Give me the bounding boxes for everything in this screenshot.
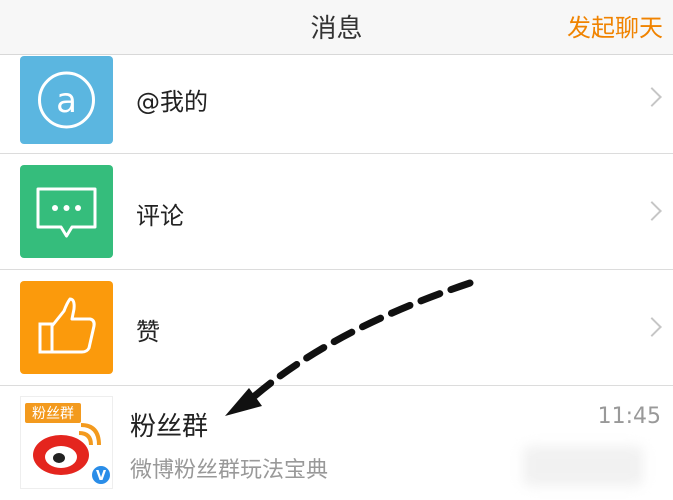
row-label: 评论	[136, 202, 184, 230]
avatar: 粉丝群 V	[20, 396, 113, 489]
start-chat-button[interactable]: 发起聊天	[567, 8, 663, 43]
nav-bar: 消息 发起聊天	[0, 0, 673, 55]
comment-icon	[20, 165, 113, 258]
chat-time: 11:45	[597, 404, 661, 429]
chat-name: 粉丝群	[130, 412, 209, 442]
row-label: 赞	[136, 318, 160, 346]
row-label: @我的	[136, 88, 208, 116]
blurred-region	[523, 446, 643, 486]
list-item-likes[interactable]: 赞	[0, 270, 673, 384]
chat-item-fan-group[interactable]: 粉丝群 V 粉丝群 微博粉丝群玩法宝典 11:45	[0, 386, 673, 500]
chat-preview: 微博粉丝群玩法宝典	[130, 458, 329, 483]
chevron-right-icon	[642, 317, 662, 337]
at-icon: a	[20, 56, 113, 144]
svg-text:a: a	[56, 81, 77, 121]
list-item-mentions[interactable]: a @我的	[0, 56, 673, 152]
verified-icon: V	[96, 469, 106, 484]
thumbs-up-icon	[20, 281, 113, 374]
chevron-right-icon	[642, 87, 662, 107]
chevron-right-icon	[642, 201, 662, 221]
list-item-comments[interactable]: 评论	[0, 154, 673, 268]
avatar-badge-text: 粉丝群	[32, 406, 74, 422]
